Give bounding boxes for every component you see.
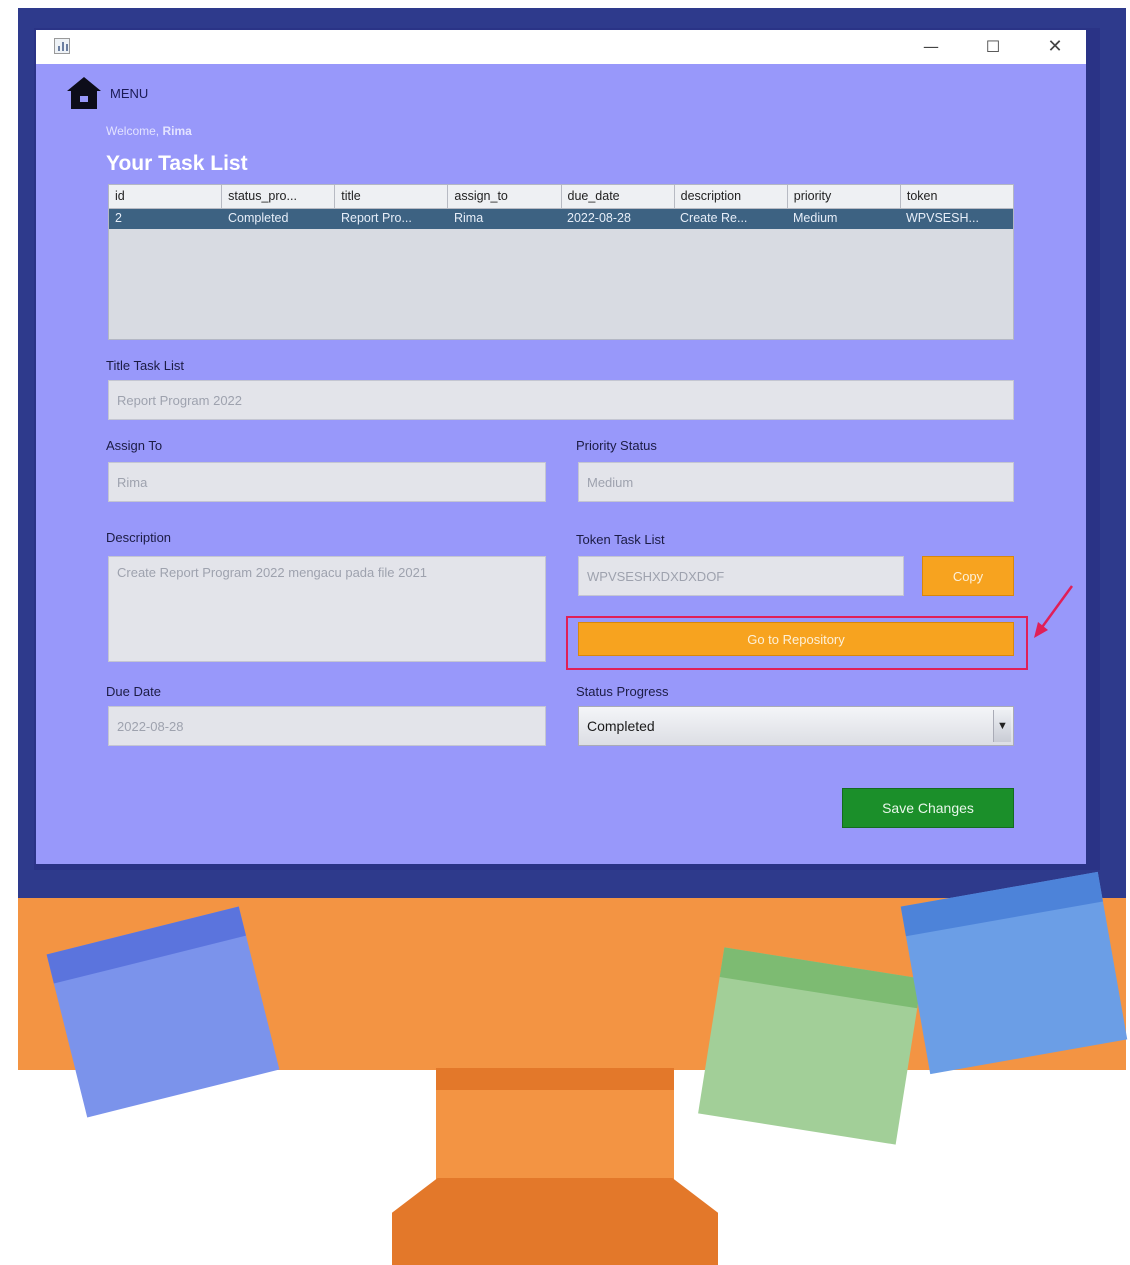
illustration-stage: — ☐ ✕ MENU Welcome, Rima Your Task List … [0,0,1130,1265]
title-label: Title Task List [106,358,185,373]
token-label: Token Task List [576,532,665,547]
column-header[interactable]: title [335,185,449,208]
app-window: — ☐ ✕ MENU Welcome, Rima Your Task List … [36,30,1086,864]
column-header[interactable]: id [109,185,223,208]
table-cell: Create Re... [680,211,748,225]
token-field[interactable]: WPVSESHXDXDXDOF [578,556,904,596]
welcome-prefix: Welcome, [106,124,160,138]
due-date-field[interactable]: 2022-08-28 [108,706,546,746]
home-icon [67,77,101,109]
due-date-label: Due Date [106,684,161,699]
title-field[interactable]: Report Program 2022 [108,380,1014,420]
save-changes-button[interactable]: Save Changes [842,788,1014,828]
table-cell: Rima [454,211,484,225]
description-label: Description [106,530,172,545]
chevron-down-icon[interactable]: ▼ [993,710,1011,742]
table-cell: Medium [793,211,838,225]
app-icon [54,38,70,54]
column-header[interactable]: priority [788,185,901,208]
monitor-neck-top [436,1068,674,1090]
minimize-button[interactable]: — [914,34,948,60]
assign-field[interactable]: Rima [108,462,546,502]
table-cell: 2 [115,211,122,225]
priority-field[interactable]: Medium [578,462,1014,502]
table-cell: WPVSESH... [906,211,979,225]
status-select-value: Completed [587,718,655,734]
assign-label: Assign To [106,438,163,453]
table-header: id status_pro... title assign_to due_dat… [109,185,1013,209]
pointer-arrow-icon [1034,585,1074,638]
table-row[interactable]: 2 Completed Report Pro... Rima 2022-08-2… [109,209,1013,229]
status-select[interactable]: Completed ▼ [578,706,1014,746]
priority-label: Priority Status [576,438,657,453]
monitor-neck [436,1090,674,1182]
menu-button[interactable]: MENU [66,76,148,110]
table-cell: 2022-08-28 [567,211,631,225]
maximize-button[interactable]: ☐ [976,34,1010,60]
menu-label: MENU [110,85,149,101]
task-table: id status_pro... title assign_to due_dat… [108,184,1014,340]
column-header[interactable]: assign_to [448,185,562,208]
close-button[interactable]: ✕ [1038,34,1072,60]
go-to-repository-button[interactable]: Go to Repository [578,622,1014,656]
status-label: Status Progress [576,684,669,699]
sticky-note [698,947,922,1145]
monitor-foot [392,1178,718,1265]
copy-button[interactable]: Copy [922,556,1014,596]
window-titlebar: — ☐ ✕ [36,30,1086,64]
welcome-text: Welcome, Rima [106,124,192,138]
column-header[interactable]: description [675,185,788,208]
page-title: Your Task List [106,152,248,175]
table-cell: Report Pro... [341,211,412,225]
table-cell: Completed [228,211,289,225]
sticky-note [900,871,1128,1075]
welcome-user: Rima [162,124,192,138]
description-field[interactable]: Create Report Program 2022 mengacu pada … [108,556,546,662]
column-header[interactable]: due_date [562,185,675,208]
column-header[interactable]: token [901,185,1013,208]
column-header[interactable]: status_pro... [222,185,336,208]
